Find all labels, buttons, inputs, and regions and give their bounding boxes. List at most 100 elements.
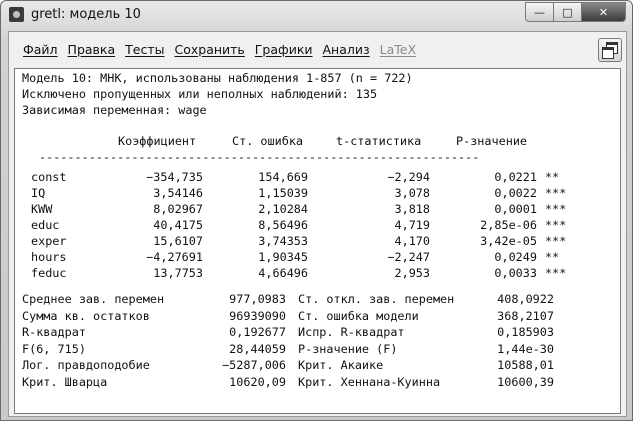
t-stat-value: 3,818 bbox=[394, 202, 430, 216]
coefficient-value: −354,735 bbox=[146, 170, 203, 184]
minimize-button[interactable]: — bbox=[525, 2, 554, 22]
significance-stars: *** bbox=[545, 234, 567, 248]
window-client: Файл Правка Тесты Сохранить Графики Анал… bbox=[8, 31, 627, 417]
coefficient-value: 13,7753 bbox=[153, 266, 203, 280]
stat-label: Крит. Акаике bbox=[298, 358, 384, 372]
stats-row: Лог. правдоподобие −5287,006 Крит. Акаике 1… bbox=[15, 357, 615, 373]
t-stat-value: −2,294 bbox=[387, 170, 430, 184]
stat-label: Р-значение (F) bbox=[298, 341, 398, 356]
variable-name: educ bbox=[31, 218, 60, 232]
variable-name: KWW bbox=[31, 202, 53, 216]
coef-table-row: KWW 8,02967 2,10284 3,818 0,0001 *** bbox=[15, 201, 615, 217]
stat-label: R-квадрат bbox=[22, 325, 86, 339]
t-stat-value: 2,953 bbox=[394, 266, 430, 280]
model-summary-line: Модель 10: МНК, использованы наблюдения … bbox=[22, 71, 413, 85]
stat-label: F(6, 715) bbox=[22, 341, 86, 356]
col-header-p: P-значение bbox=[456, 134, 528, 148]
menu-save[interactable]: Сохранить bbox=[174, 42, 244, 57]
menu-bar: Файл Правка Тесты Сохранить Графики Анал… bbox=[9, 32, 626, 66]
t-stat-value: 4,170 bbox=[394, 234, 430, 248]
coefficient-value: 8,02967 bbox=[153, 202, 203, 216]
stat-value: 10600,39 bbox=[497, 374, 554, 389]
p-value: 0,0221 bbox=[494, 170, 537, 184]
coef-table-row: educ 40,4175 8,56496 4,719 2,85e-06 *** bbox=[15, 217, 615, 233]
p-value: 2,85e-06 bbox=[480, 218, 537, 232]
coef-table-row: feduc 13,7753 4,66496 2,953 0,0033 *** bbox=[15, 265, 615, 281]
stat-value: 28,44059 bbox=[229, 341, 286, 356]
coef-table-row: IQ 3,54146 1,15039 3,078 0,0022 *** bbox=[15, 185, 615, 201]
table-separator: ----------------------------------------… bbox=[39, 150, 480, 164]
t-stat-value: −2,247 bbox=[387, 250, 430, 264]
title-bar[interactable]: gretl: модель 10 — □ ✕ bbox=[1, 1, 632, 31]
coef-table-header: Коэффициент Ст. ошибка t-статистика P-зн… bbox=[15, 133, 615, 149]
stat-label: Ст. откл. зав. перемен bbox=[298, 292, 455, 306]
col-header-coef: Коэффициент bbox=[118, 134, 197, 148]
stats-row: F(6, 715) 28,44059 Р-значение (F) 1,44e-30 bbox=[15, 341, 615, 357]
stat-value: 408,0922 bbox=[497, 292, 554, 306]
window-controls: — □ ✕ bbox=[525, 2, 626, 22]
p-value: 0,0001 bbox=[494, 202, 537, 216]
stat-label: Испр. R-квадрат bbox=[298, 325, 405, 339]
menu-analysis[interactable]: Анализ bbox=[323, 42, 370, 57]
menu-file[interactable]: Файл bbox=[23, 42, 58, 57]
p-value: 0,0033 bbox=[494, 266, 537, 280]
std-error-value: 154,669 bbox=[258, 170, 308, 184]
stat-label: Крит. Шварца bbox=[22, 374, 108, 389]
stat-value: 10620,09 bbox=[229, 374, 286, 389]
stat-label: Среднее зав. перемен bbox=[22, 292, 165, 306]
stats-row: Сумма кв. остатков 96939090 Ст. ошибка мод… bbox=[15, 308, 615, 324]
std-error-value: 1,90345 bbox=[258, 250, 308, 264]
variable-name: feduc bbox=[31, 266, 67, 280]
stat-label: Сумма кв. остатков bbox=[22, 308, 150, 323]
significance-stars: ** bbox=[545, 170, 560, 184]
t-stat-value: 3,078 bbox=[394, 186, 430, 200]
p-value: 0,0022 bbox=[494, 186, 537, 200]
dependent-var-line: Зависимая переменная: wage bbox=[22, 103, 207, 117]
stat-label: Ст. ошибка модели bbox=[298, 308, 419, 323]
stat-value: 10588,01 bbox=[497, 358, 554, 372]
stat-value: −5287,006 bbox=[222, 358, 286, 372]
std-error-value: 8,56496 bbox=[258, 218, 308, 232]
significance-stars: *** bbox=[545, 202, 567, 216]
stats-row: Крит. Шварца 10620,09 Крит. Хеннана-Куинна… bbox=[15, 374, 615, 390]
coef-table-row: const −354,735 154,669 −2,294 0,0221 ** bbox=[15, 169, 615, 185]
menu-tests[interactable]: Тесты bbox=[125, 42, 164, 57]
variable-name: hours bbox=[31, 250, 67, 264]
p-value: 0,0249 bbox=[494, 250, 537, 264]
col-header-t: t-статистика bbox=[336, 134, 422, 148]
menu-graphs[interactable]: Графики bbox=[255, 42, 313, 57]
stat-value: 0,192677 bbox=[229, 325, 286, 339]
coefficient-value: 15,6107 bbox=[153, 234, 203, 248]
variable-name: IQ bbox=[31, 186, 46, 200]
stat-value: 96939090 bbox=[229, 308, 286, 323]
close-button[interactable]: ✕ bbox=[581, 2, 626, 22]
stat-value: 368,2107 bbox=[497, 308, 554, 323]
coefficient-value: −4,27691 bbox=[146, 250, 203, 264]
variable-name: exper bbox=[31, 234, 67, 248]
coef-table-row: hours −4,27691 1,90345 −2,247 0,0249 ** bbox=[15, 249, 615, 265]
significance-stars: *** bbox=[545, 218, 567, 232]
app-window: gretl: модель 10 — □ ✕ Файл Правка Тесты… bbox=[0, 0, 633, 421]
std-error-value: 1,15039 bbox=[258, 186, 308, 200]
restore-window-icon[interactable] bbox=[598, 38, 622, 62]
missing-obs-line: Исключено пропущенных или неполных наблю… bbox=[22, 87, 378, 101]
col-header-se: Ст. ошибка bbox=[232, 134, 304, 148]
stats-row: R-квадрат 0,192677 Испр. R-квадрат 0,185903 bbox=[15, 324, 615, 340]
coefficient-value: 40,4175 bbox=[153, 218, 203, 232]
coef-table-row: exper 15,6107 3,74353 4,170 3,42e-05 *** bbox=[15, 233, 615, 249]
menu-edit[interactable]: Правка bbox=[68, 42, 116, 57]
model-output-text[interactable]: Модель 10: МНК, использованы наблюдения … bbox=[14, 68, 621, 414]
window-title: gretl: модель 10 bbox=[31, 7, 141, 22]
significance-stars: *** bbox=[545, 186, 567, 200]
stat-label: Лог. правдоподобие bbox=[22, 358, 150, 372]
stat-value: 977,0983 bbox=[229, 292, 286, 306]
p-value: 3,42e-05 bbox=[480, 234, 537, 248]
significance-stars: ** bbox=[545, 250, 560, 264]
t-stat-value: 4,719 bbox=[394, 218, 430, 232]
std-error-value: 4,66496 bbox=[258, 266, 308, 280]
menu-latex: LaTeX bbox=[379, 41, 417, 57]
coefficient-value: 3,54146 bbox=[153, 186, 203, 200]
significance-stars: *** bbox=[545, 266, 567, 280]
stats-row: Среднее зав. перемен 977,0983 Ст. откл. за… bbox=[15, 291, 615, 307]
maximize-button[interactable]: □ bbox=[553, 2, 582, 22]
